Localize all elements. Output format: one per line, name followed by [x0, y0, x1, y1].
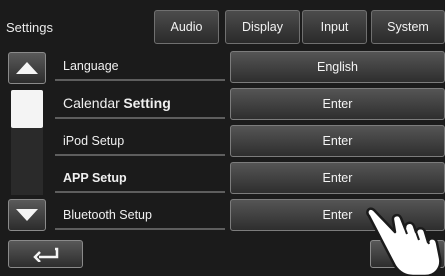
- row-label-calendar-setting: Calendar Setting: [63, 95, 171, 111]
- row-label-ipod-setup: iPod Setup: [63, 134, 125, 148]
- tab-system[interactable]: System: [371, 10, 445, 44]
- calendar-setting-enter-button[interactable]: Enter: [230, 88, 445, 120]
- scroll-down-button[interactable]: [8, 199, 46, 231]
- row-label-calendar-part1: Calendar: [63, 95, 120, 111]
- row-divider: [55, 228, 225, 230]
- row-label-app-setup: APP Setup: [63, 171, 127, 185]
- pointing-hand-icon: [366, 207, 442, 276]
- row-divider: [55, 79, 225, 81]
- row-divider: [55, 191, 225, 193]
- scroll-up-button[interactable]: [8, 52, 46, 84]
- settings-screen: Settings Audio Display Input System Lang…: [0, 0, 445, 276]
- row-divider: [55, 154, 225, 156]
- back-button[interactable]: [8, 240, 83, 268]
- tab-input[interactable]: Input: [302, 10, 367, 44]
- return-arrow-icon: [32, 247, 58, 262]
- scrollbar-thumb[interactable]: [11, 90, 43, 128]
- row-divider: [55, 117, 225, 119]
- row-label-bluetooth-setup: Bluetooth Setup: [63, 208, 152, 222]
- tab-audio[interactable]: Audio: [154, 10, 219, 44]
- row-label-calendar-part2: Setting: [123, 95, 171, 111]
- ipod-setup-enter-button[interactable]: Enter: [230, 125, 445, 157]
- row-label-language: Language: [63, 59, 119, 73]
- triangle-up-icon: [16, 62, 38, 74]
- page-title: Settings: [6, 20, 53, 35]
- triangle-down-icon: [16, 209, 38, 221]
- language-value-button[interactable]: English: [230, 51, 445, 83]
- tab-display[interactable]: Display: [225, 10, 300, 44]
